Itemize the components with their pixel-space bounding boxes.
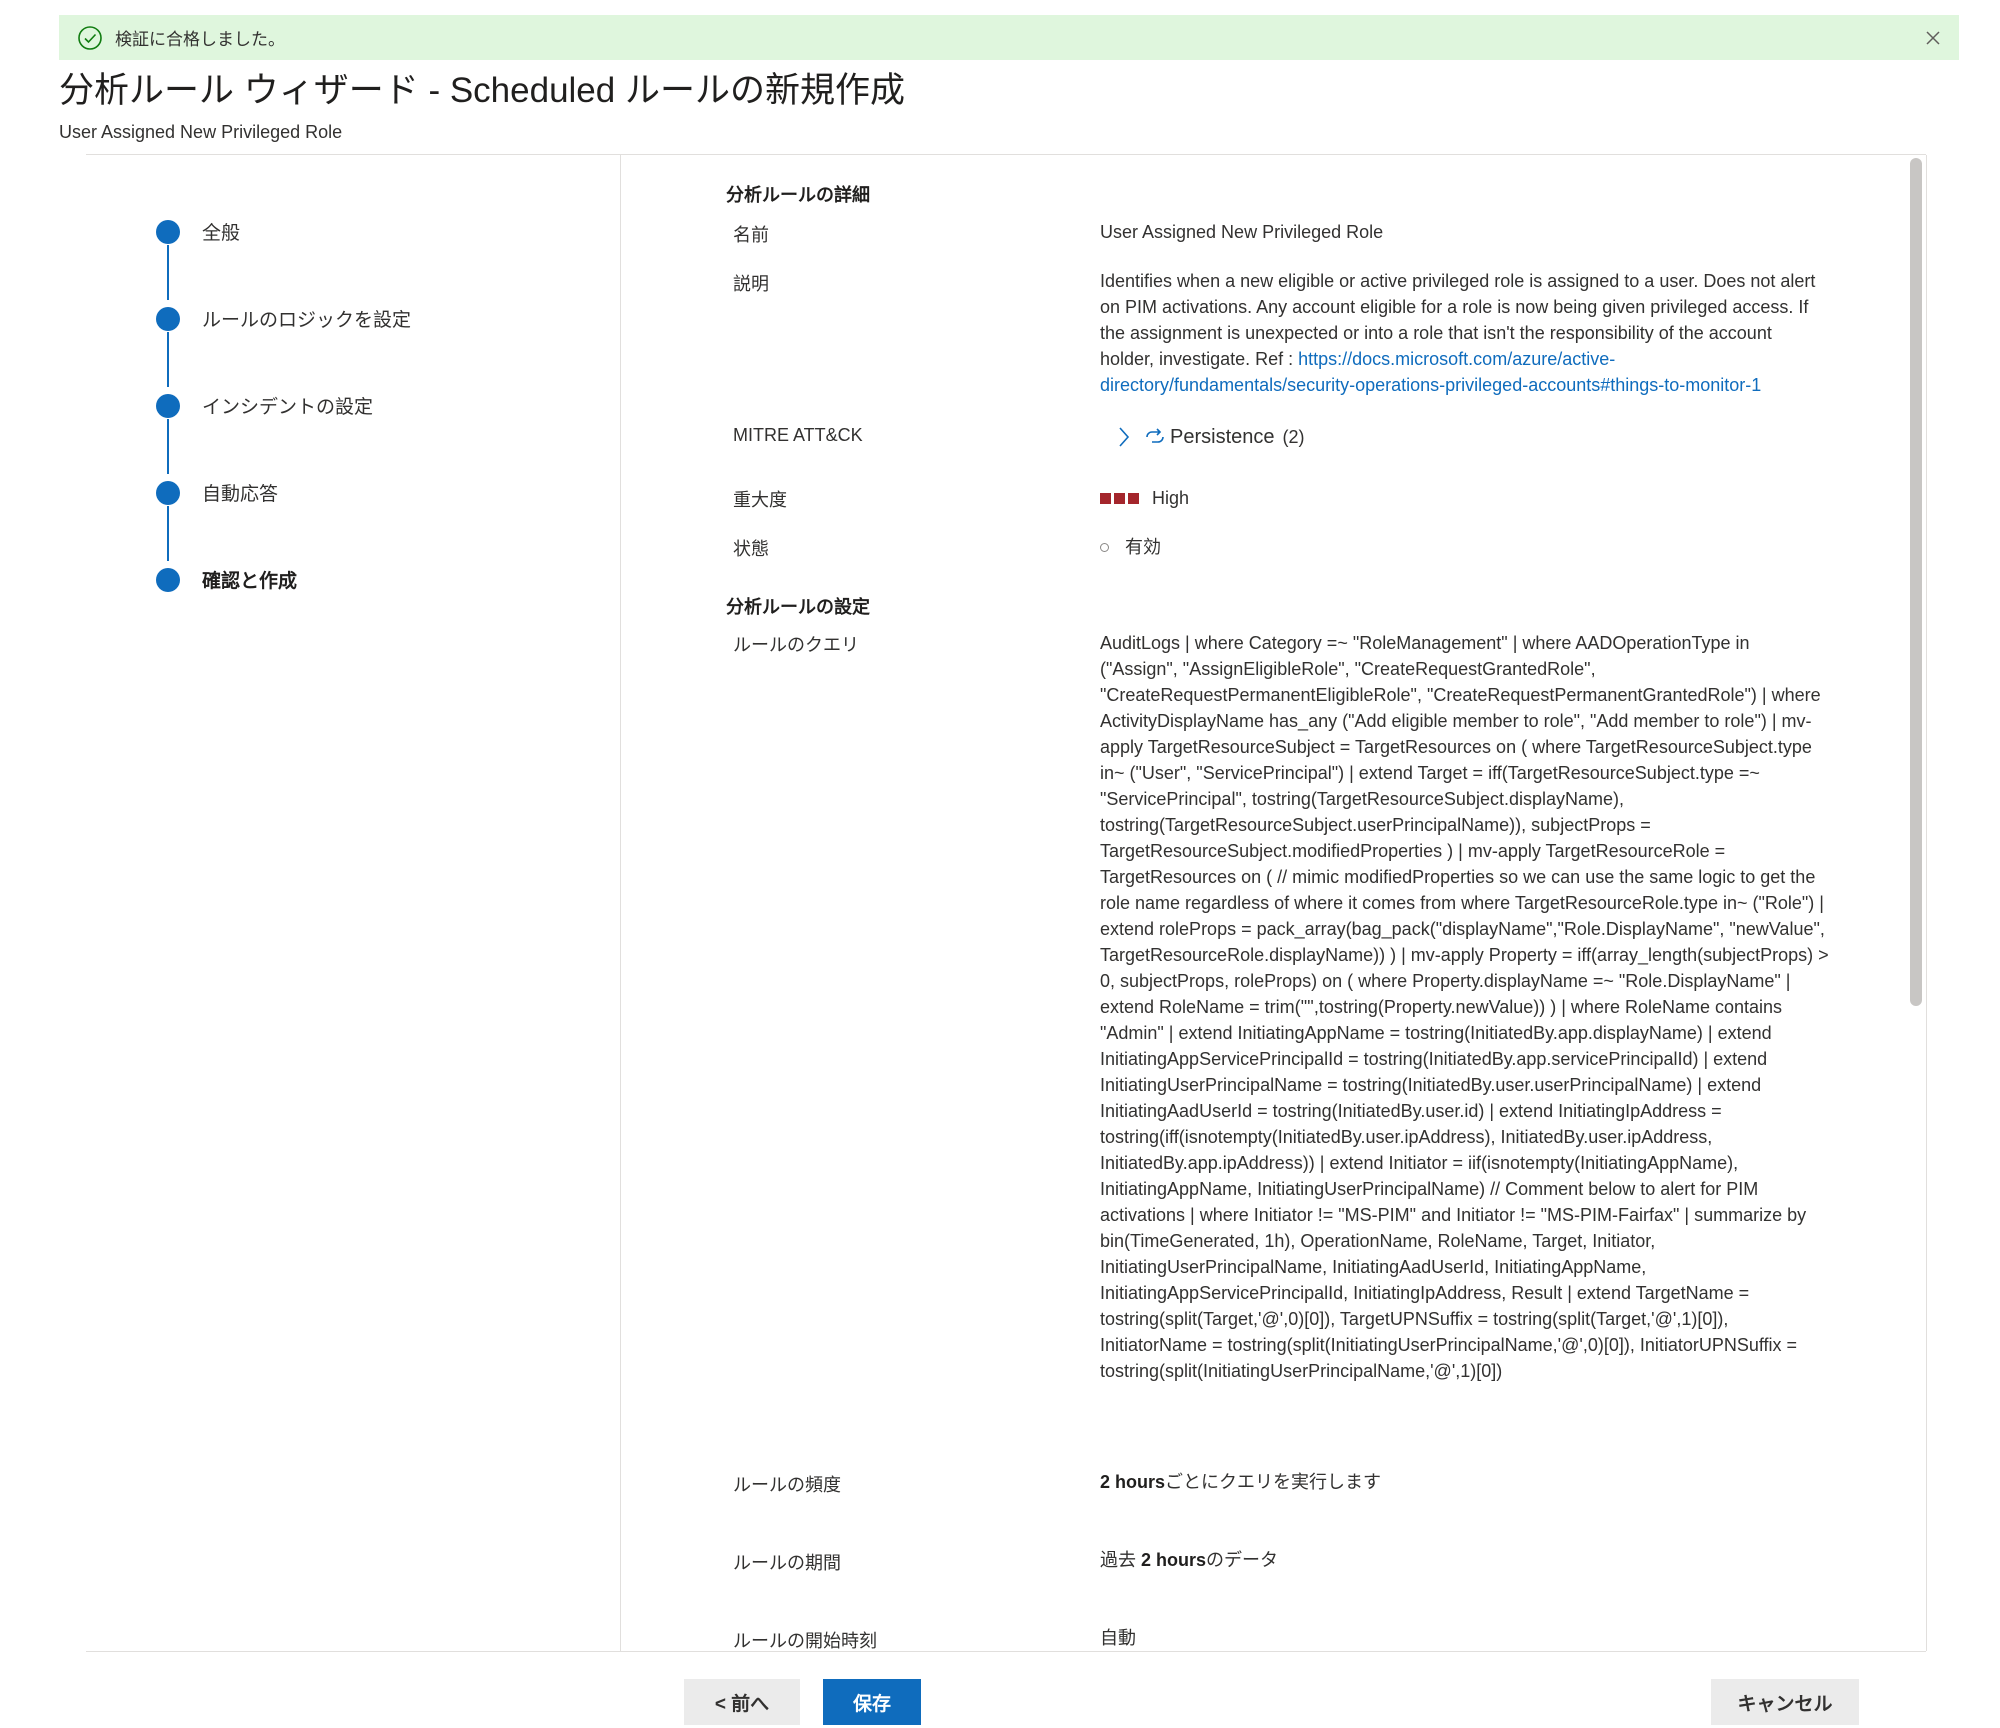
step-connector (167, 245, 169, 300)
period-bold: 2 hours (1141, 1550, 1207, 1570)
step-connector (167, 332, 169, 387)
query-value: AuditLogs | where Category =~ "RoleManag… (1100, 633, 1829, 1381)
start-time-value: 自動 (1100, 1628, 1136, 1648)
severity-square (1100, 492, 1111, 504)
mitre-count: (2) (1282, 427, 1305, 447)
mitre-value: Persistence (2) (1100, 424, 1305, 450)
name-label: 名前 (733, 225, 769, 245)
mitre-tactic: Persistence (1170, 426, 1275, 448)
close-banner-button[interactable] (1921, 26, 1945, 50)
severity-square (1128, 492, 1139, 504)
step-review-create[interactable]: 確認と作成 (156, 566, 297, 593)
step-general[interactable]: 全般 (156, 218, 240, 245)
frequency-suffix: ごとにクエリを実行します (1165, 1472, 1382, 1492)
query-label: ルールのクエリ (733, 635, 859, 655)
cancel-button[interactable]: キャンセル (1711, 1679, 1859, 1725)
status-label: 状態 (733, 539, 769, 559)
previous-button[interactable]: < 前へ (684, 1679, 800, 1725)
page-subtitle: User Assigned New Privileged Role (59, 122, 343, 142)
period-value: 過去 2 hoursのデータ (1100, 1547, 1278, 1573)
severity-square (1114, 492, 1125, 504)
step-automated-response[interactable]: 自動応答 (156, 479, 278, 506)
scrollbar-thumb[interactable] (1910, 158, 1922, 1006)
status-dot-icon (1100, 542, 1109, 552)
severity-text: High (1152, 488, 1190, 508)
frequency-bold: 2 hours (1100, 1472, 1166, 1492)
step-dot (156, 567, 180, 592)
description-value: Identifies when a new eligible or active… (1100, 268, 1830, 398)
save-button[interactable]: 保存 (823, 1679, 921, 1725)
step-dot (156, 306, 180, 331)
start-time-label: ルールの開始時刻 (733, 1631, 877, 1651)
persistence-icon (1146, 428, 1164, 443)
step-connector (167, 419, 169, 474)
name-value: User Assigned New Privileged Role (1100, 222, 1384, 242)
severity-label: 重大度 (733, 490, 787, 510)
description-label: 説明 (733, 274, 769, 294)
status-value: 有効 (1100, 534, 1161, 560)
period-suffix: のデータ (1206, 1550, 1279, 1570)
period-prefix: 過去 (1100, 1550, 1142, 1570)
step-label: 確認と作成 (202, 571, 298, 592)
page-title: 分析ルール ウィザード - Scheduled ルールの新規作成 (59, 71, 905, 110)
frequency-label: ルールの頻度 (733, 1475, 841, 1495)
step-label: ルールのロジックを設定 (202, 310, 412, 331)
step-dot (156, 219, 180, 244)
step-label: 自動応答 (202, 484, 279, 505)
step-label: インシデントの設定 (202, 397, 374, 418)
severity-value: High (1100, 485, 1189, 511)
step-dot (156, 480, 180, 505)
divider-top (86, 154, 1926, 155)
mitre-label: MITRE ATT&CK (733, 425, 863, 445)
frequency-value: 2 hoursごとにクエリを実行します (1100, 1469, 1381, 1495)
step-connector (167, 506, 169, 561)
step-label: 全般 (202, 223, 241, 244)
period-label: ルールの期間 (733, 1553, 841, 1573)
status-text: 有効 (1125, 537, 1161, 557)
settings-section-title: 分析ルールの設定 (726, 597, 870, 617)
validation-banner: 検証に合格しました。 (59, 15, 1959, 60)
divider-bottom (86, 1651, 1926, 1652)
step-rule-logic[interactable]: ルールのロジックを設定 (156, 305, 411, 332)
step-dot (156, 393, 180, 418)
step-incident-settings[interactable]: インシデントの設定 (156, 392, 373, 419)
chevron-right-icon[interactable] (1116, 425, 1132, 449)
divider-right (1926, 155, 1927, 1651)
banner-message: 検証に合格しました。 (115, 30, 285, 49)
checkmark-circle-icon (78, 25, 102, 50)
close-icon (1926, 31, 1940, 45)
divider-vertical (620, 155, 621, 1651)
details-section-title: 分析ルールの詳細 (726, 185, 870, 205)
